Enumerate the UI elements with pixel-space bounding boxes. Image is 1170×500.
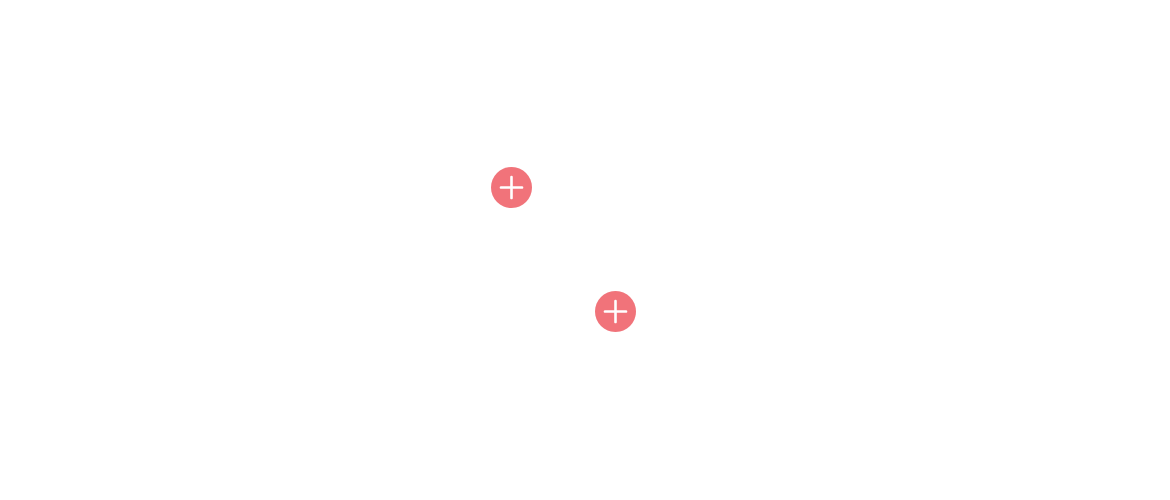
plus-icon xyxy=(595,291,636,332)
add-hotspot-button[interactable] xyxy=(595,291,636,332)
add-hotspot-button[interactable] xyxy=(491,167,532,208)
plus-icon xyxy=(491,167,532,208)
